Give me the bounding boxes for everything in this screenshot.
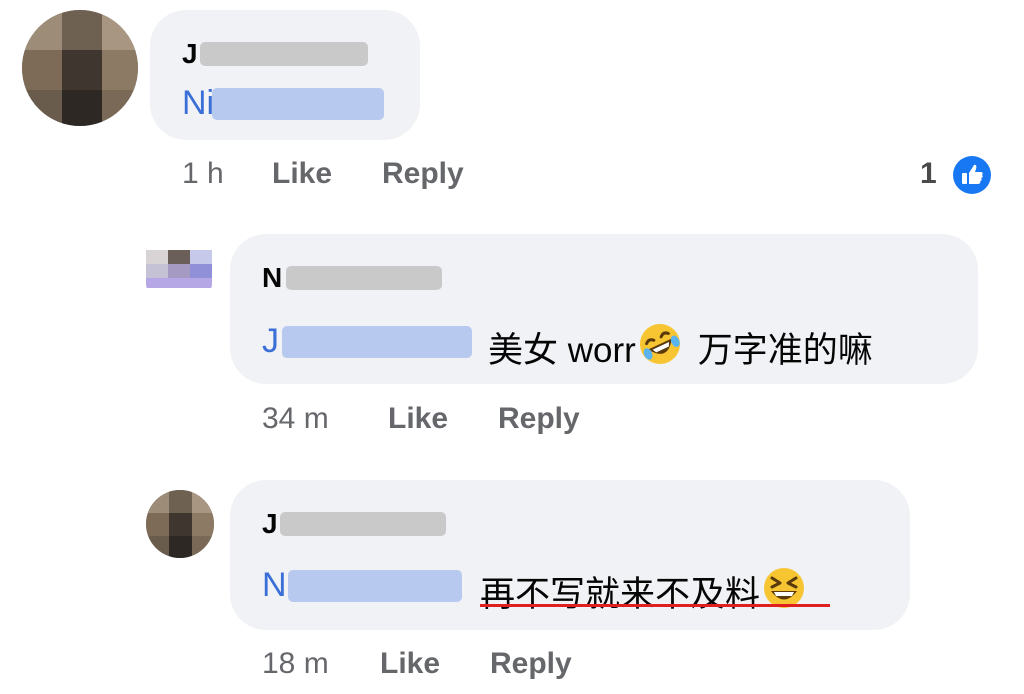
- like-button[interactable]: Like: [272, 157, 332, 191]
- blurred-mention-name: [288, 570, 462, 602]
- grinning-squinting-face-icon: [760, 564, 808, 621]
- reaction-summary[interactable]: 1: [920, 154, 993, 196]
- timestamp[interactable]: 1 h: [182, 157, 224, 190]
- author-name[interactable]: J: [262, 508, 278, 540]
- message-text-tail: 万字准的嘛: [697, 331, 873, 370]
- avatar-image: [146, 490, 214, 558]
- timestamp[interactable]: 18 m: [262, 647, 329, 680]
- avatar[interactable]: [22, 10, 138, 126]
- blurred-mention-name: [212, 88, 384, 120]
- comment-text: 美女 worr 万字准的嘛: [488, 320, 873, 377]
- avatar-image: [146, 236, 212, 294]
- rolling-on-floor-laughing-icon: [636, 320, 684, 377]
- blurred-mention-name: [282, 326, 472, 358]
- comment-meta: 34 m Like Reply: [262, 402, 580, 436]
- comment-meta: 18 m Like Reply: [262, 647, 572, 681]
- author-name[interactable]: J: [182, 38, 198, 70]
- spellcheck-underline: [480, 604, 830, 607]
- comment-text: 再不写就来不及料: [480, 564, 808, 621]
- message-text: 美女 worr: [488, 331, 636, 370]
- reply-button[interactable]: Reply: [490, 647, 572, 681]
- like-button[interactable]: Like: [380, 647, 440, 681]
- message-text: 再不写就来不及料: [480, 575, 761, 614]
- blurred-author-name: [200, 42, 368, 66]
- blurred-author-name: [280, 512, 446, 536]
- like-thumbs-up-icon: [950, 153, 994, 205]
- avatar[interactable]: [146, 490, 214, 558]
- reply-button[interactable]: Reply: [498, 402, 580, 436]
- author-name[interactable]: N: [262, 262, 282, 294]
- like-button[interactable]: Like: [388, 402, 448, 436]
- mention-link[interactable]: Ni: [182, 84, 214, 123]
- comment-meta: 1 h Like Reply: [182, 157, 464, 191]
- mention-link[interactable]: J: [262, 322, 279, 361]
- reply-button[interactable]: Reply: [382, 157, 464, 191]
- timestamp[interactable]: 34 m: [262, 402, 329, 435]
- blurred-author-name: [286, 266, 442, 290]
- avatar[interactable]: [146, 236, 212, 294]
- mention-link[interactable]: N: [262, 566, 287, 605]
- reaction-count: 1: [920, 157, 937, 190]
- avatar-image: [22, 10, 138, 126]
